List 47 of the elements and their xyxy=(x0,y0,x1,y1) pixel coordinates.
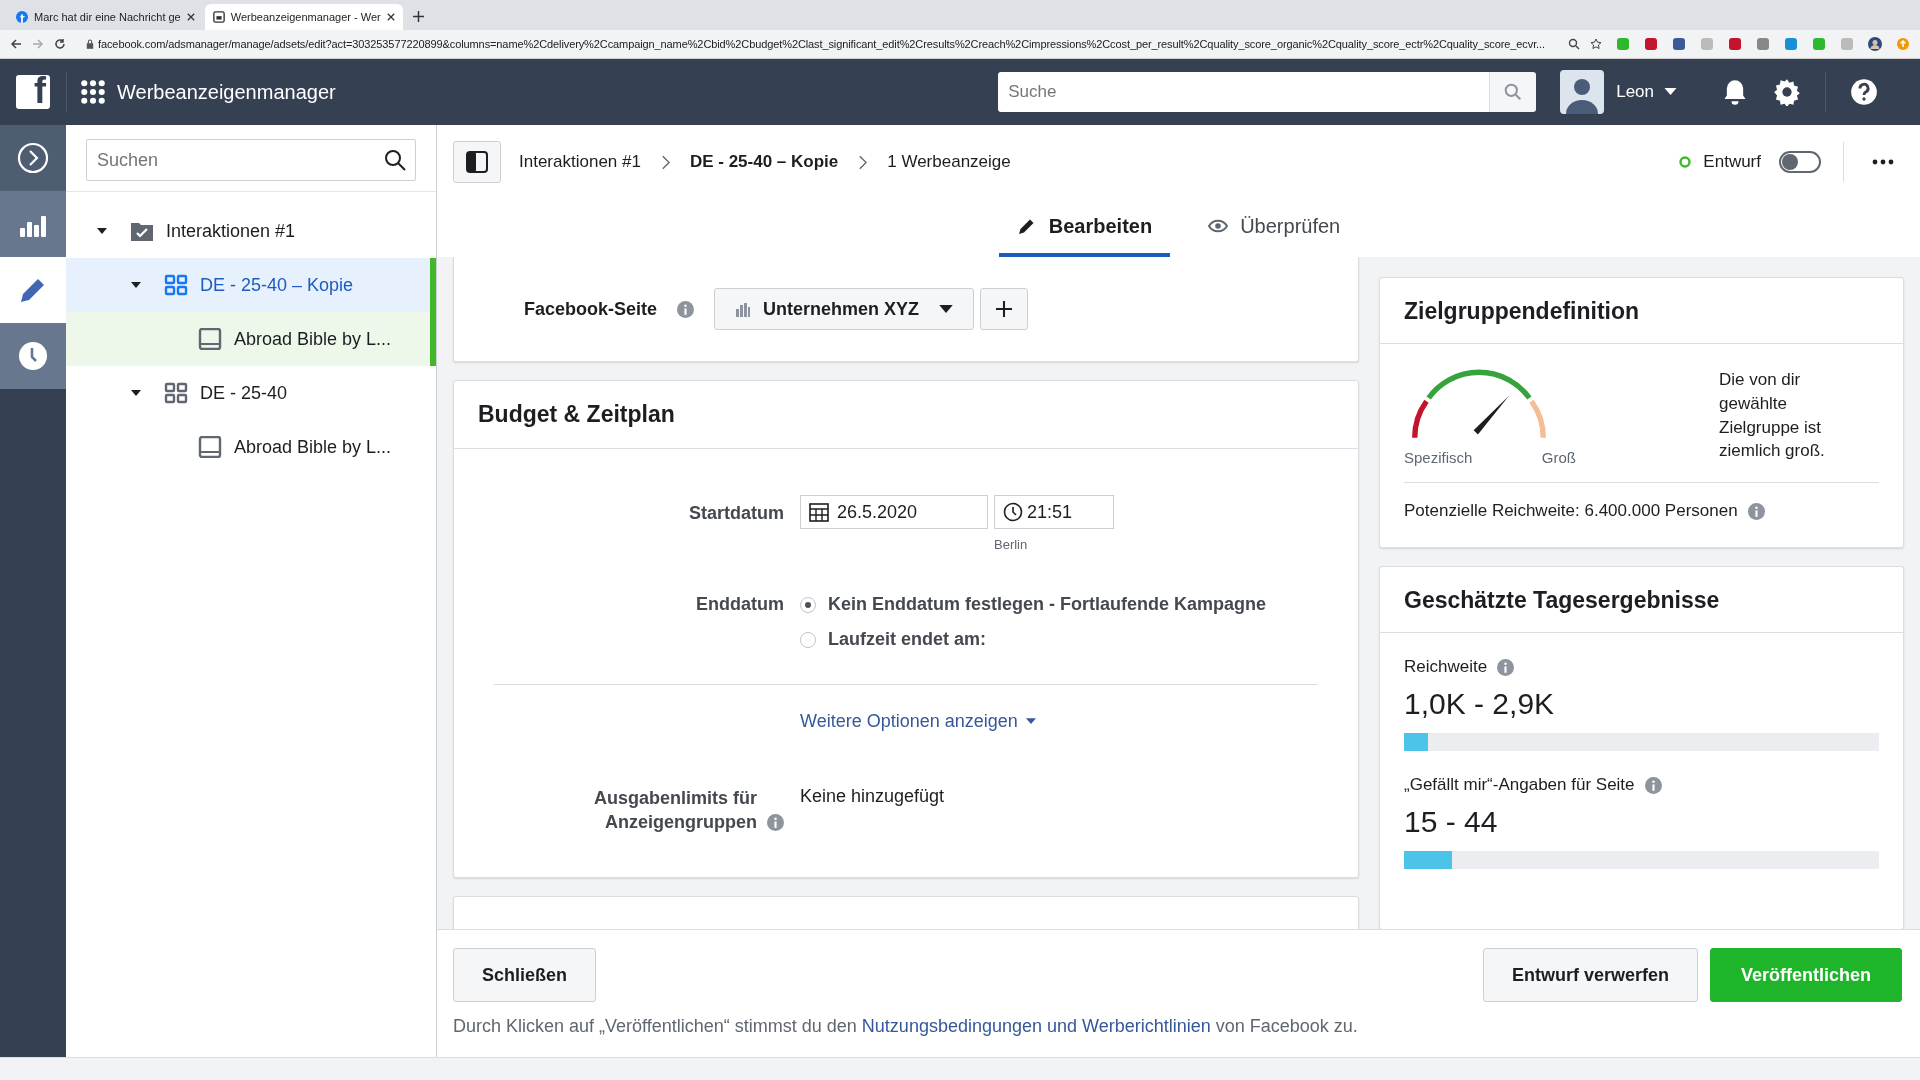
field-label: Ausgabenlimits für Anzeigengruppen xyxy=(592,787,757,835)
time-field[interactable]: 21:51 xyxy=(994,495,1114,529)
tree-item[interactable]: Interaktionen #1 xyxy=(66,204,436,258)
gauge-label: Spezifisch xyxy=(1404,449,1473,466)
discard-button[interactable]: Entwurf verwerfen xyxy=(1482,948,1698,1002)
status-label: Entwurf xyxy=(1703,152,1761,172)
card-title: Budget & Zeitplan xyxy=(454,381,1358,449)
more-options-link[interactable]: Weitere Optionen anzeigen xyxy=(800,711,1036,732)
field-label: Startdatum xyxy=(688,502,784,525)
metric-label: Reichweite xyxy=(1404,657,1488,677)
tab-title: Marc hat dir eine Nachricht ge xyxy=(34,11,181,23)
radio-option[interactable]: Laufzeit endet am: xyxy=(800,629,1267,650)
metric-label: „Gefällt mir“-Angaben für Seite xyxy=(1404,775,1635,795)
app-title: Werbeanzeigenmanager xyxy=(117,80,336,104)
tab[interactable]: Überprüfen xyxy=(1190,199,1359,257)
browser-tab[interactable]: Marc hat dir eine Nachricht ge xyxy=(8,4,203,30)
tree-item[interactable]: DE - 25-40 xyxy=(66,366,436,420)
tree-item[interactable]: Abroad Bible by L... xyxy=(66,312,436,366)
facebook-logo[interactable]: f xyxy=(16,75,50,109)
audience-description: Die von dir gewählte Zielgruppe ist ziemlich groß. xyxy=(1719,369,1826,463)
breadcrumb-link[interactable]: DE - 25-40 – Kopie xyxy=(689,152,839,172)
field-label: Enddatum xyxy=(695,593,784,616)
card-title: Zielgruppendefinition xyxy=(1380,278,1903,344)
search-field[interactable]: Suche xyxy=(998,72,1490,112)
gauge-label: Groß xyxy=(1541,449,1576,466)
date-field[interactable]: 26.5.2020 xyxy=(800,495,988,529)
tree-item[interactable]: Abroad Bible by L... xyxy=(66,420,436,474)
timezone-label: Berlin xyxy=(994,537,1029,552)
field-value: Keine hinzugefügt xyxy=(800,786,945,807)
user-name[interactable]: Leon xyxy=(1616,82,1654,102)
radio-option[interactable]: Kein Enddatum festlegen - Fortlaufende Kampagne xyxy=(800,594,1267,615)
potential-reach: Potenzielle Reichweite: 6.400.000 Personen xyxy=(1404,501,1738,521)
terms-link[interactable]: Nutzungsbedingungen und Werberichtlinien xyxy=(861,1016,1211,1036)
search-field[interactable]: Suchen xyxy=(86,139,416,181)
browser-tab[interactable]: Werbeanzeigenmanager - Wer xyxy=(204,4,403,30)
field-label: Facebook-Seite xyxy=(524,298,658,320)
tree-item[interactable]: DE - 25-40 – Kopie xyxy=(66,258,436,312)
legal-notice: Durch Klicken auf „Veröffentlichen“ stimmst du den Nutzungsbedingungen und Werberichtlinien von Facebook zu. xyxy=(453,1016,1359,1037)
metric-value: 1,0K - 2,9K xyxy=(1404,687,1556,721)
metric-value: 15 - 44 xyxy=(1404,805,1499,839)
breadcrumb-link[interactable]: Interaktionen #1 xyxy=(519,152,641,172)
page-dropdown[interactable]: Unternehmen XYZ xyxy=(714,288,975,330)
close-button[interactable]: Schließen xyxy=(453,948,597,1002)
breadcrumb-link[interactable]: 1 Werbeanzeige xyxy=(887,152,1011,172)
url-text[interactable]: facebook.com/adsmanager/manage/adsets/edit?act=303253577220899&columns=name%2Cdelivery%2Ccampaign_name%2Cbid%2Cbudget%2Clast_significant_edit%2Cresults%2Creach%2Cimpressions%2Ccost_per_result%2Cquality_score_organic%2Cquality_score_ectr%2Cquality_score_ecvr... xyxy=(98,38,1558,50)
tab-title: Werbeanzeigenmanager - Wer xyxy=(230,11,381,23)
card-title: Geschätzte Tagesergebnisse xyxy=(1380,567,1903,633)
